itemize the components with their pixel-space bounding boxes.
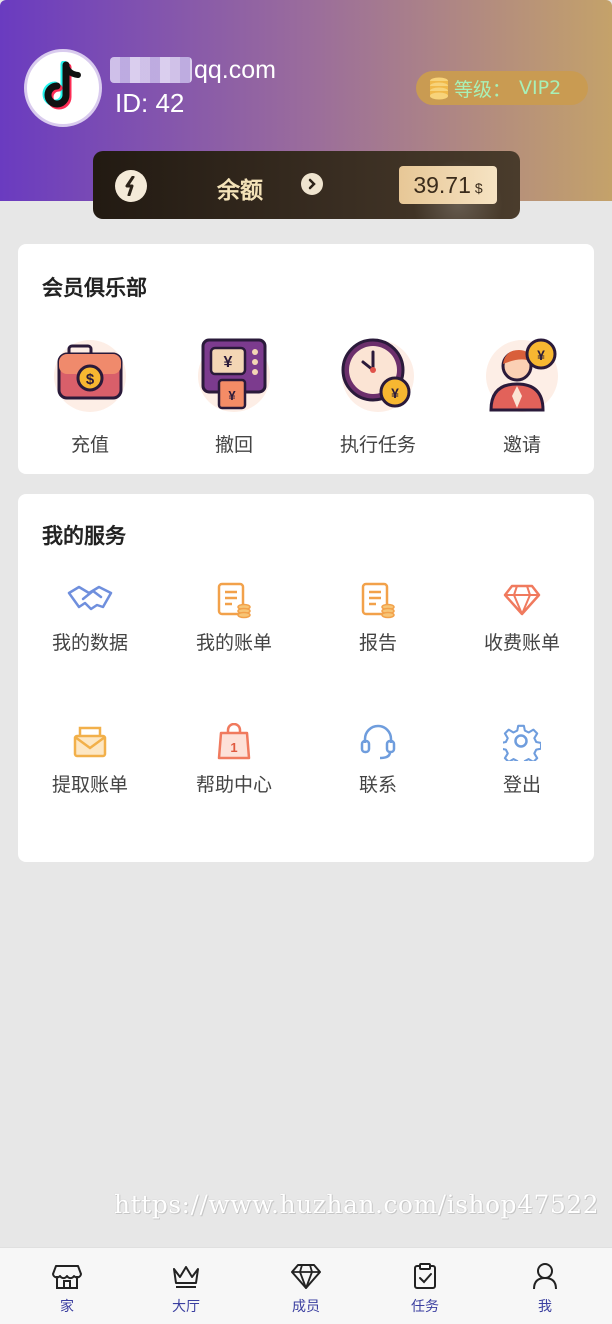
bill-icon <box>217 582 251 619</box>
service-label: 我的数据 <box>51 632 128 654</box>
balance-amount: 39.71 $ <box>399 166 497 204</box>
service-logout[interactable]: 登出 <box>450 722 594 797</box>
club-item-withdraw[interactable]: ¥ ¥ 撤回 <box>162 332 306 457</box>
email-text: qq.com <box>194 55 276 84</box>
tab-label: 大厅 <box>172 1299 200 1315</box>
service-label: 帮助中心 <box>195 774 272 796</box>
store-icon <box>52 1265 82 1289</box>
my-services-title: 我的服务 <box>42 524 126 548</box>
tiktok-logo-icon <box>42 61 81 110</box>
user-id: ID: 42 <box>115 88 185 118</box>
tab-label: 任务 <box>411 1299 439 1315</box>
member-club-card: 会员俱乐部 $ 充值 ¥ ¥ 撤回 ¥ 执行任务 ¥ 邀请 <box>18 244 594 474</box>
handshake-icon <box>67 585 113 611</box>
watermark: https://www.huzhan.com/ishop47522 <box>114 1190 600 1219</box>
coin-stack-icon <box>430 77 448 100</box>
service-label: 我的账单 <box>195 632 272 654</box>
service-extract-bill[interactable]: 提取账单 <box>18 722 162 797</box>
email-redacted <box>110 57 192 83</box>
gear-icon <box>503 724 541 761</box>
club-item-invite[interactable]: ¥ 邀请 <box>450 332 594 457</box>
balance-coin-icon <box>115 170 147 202</box>
service-label: 登出 <box>502 774 541 796</box>
service-label: 报告 <box>358 632 397 654</box>
service-my-data[interactable]: 我的数据 <box>18 580 162 655</box>
invite-person-icon: ¥ <box>486 338 558 412</box>
tab-members[interactable]: 成员 <box>246 1262 366 1316</box>
svg-text:$: $ <box>86 371 95 388</box>
clipboard-icon <box>414 1263 436 1289</box>
club-item-label: 撤回 <box>214 434 253 456</box>
service-label: 联系 <box>358 774 397 796</box>
balance-currency: $ <box>474 180 483 196</box>
avatar[interactable] <box>24 49 102 127</box>
chevron-right-icon[interactable] <box>301 173 323 195</box>
tab-home[interactable]: 家 <box>7 1262 127 1316</box>
tab-label: 我 <box>538 1299 552 1315</box>
email: qq.com <box>110 54 276 86</box>
my-services-card: 我的服务 我的数据 我的账单 报告 收费账单 提取账单 1 帮助中心 联系 登出 <box>18 494 594 862</box>
club-item-label: 充值 <box>70 434 109 456</box>
crown-icon <box>173 1266 199 1288</box>
svg-text:¥: ¥ <box>224 354 233 371</box>
tab-label: 成员 <box>292 1299 320 1315</box>
task-clock-icon: ¥ <box>341 338 414 412</box>
recharge-wallet-icon: $ <box>54 340 126 412</box>
envelope-icon <box>73 726 107 758</box>
club-item-recharge[interactable]: $ 充值 <box>18 332 162 457</box>
diamond-icon <box>291 1264 321 1289</box>
service-fee-bill[interactable]: 收费账单 <box>450 580 594 655</box>
club-item-label: 邀请 <box>502 434 541 456</box>
service-contact[interactable]: 联系 <box>306 722 450 797</box>
headset-icon <box>360 724 396 760</box>
tab-tasks[interactable]: 任务 <box>365 1262 485 1316</box>
svg-text:¥: ¥ <box>228 388 236 403</box>
club-item-label: 执行任务 <box>339 434 416 456</box>
diamond-icon <box>503 584 541 616</box>
withdraw-atm-icon: ¥ ¥ <box>198 338 270 412</box>
user-icon <box>533 1263 557 1290</box>
member-club-title: 会员俱乐部 <box>42 276 147 300</box>
service-label: 收费账单 <box>483 632 560 654</box>
level-label: 等级： <box>454 78 512 101</box>
balance-label: 余额 <box>217 178 263 204</box>
balance-bar[interactable]: 余额 39.71 $ <box>93 151 520 219</box>
tab-lobby[interactable]: 大厅 <box>126 1262 246 1316</box>
bottom-tab-bar: 家 大厅 成员 任务 我 <box>0 1247 612 1324</box>
svg-text:¥: ¥ <box>391 385 399 401</box>
tab-me[interactable]: 我 <box>485 1262 605 1316</box>
club-item-task[interactable]: ¥ 执行任务 <box>306 332 450 457</box>
service-label: 提取账单 <box>51 774 128 796</box>
shopping-bag-icon: 1 <box>217 723 251 760</box>
service-help-center[interactable]: 1 帮助中心 <box>162 722 306 797</box>
svg-text:1: 1 <box>230 740 237 755</box>
service-my-bill[interactable]: 我的账单 <box>162 580 306 655</box>
level-badge: 等级： VIP2 <box>416 71 588 105</box>
tab-label: 家 <box>60 1299 74 1315</box>
balance-value: 39.71 <box>413 171 471 198</box>
service-report[interactable]: 报告 <box>306 580 450 655</box>
report-icon <box>361 582 395 619</box>
level-value: VIP2 <box>519 77 562 99</box>
svg-text:¥: ¥ <box>537 347 545 363</box>
